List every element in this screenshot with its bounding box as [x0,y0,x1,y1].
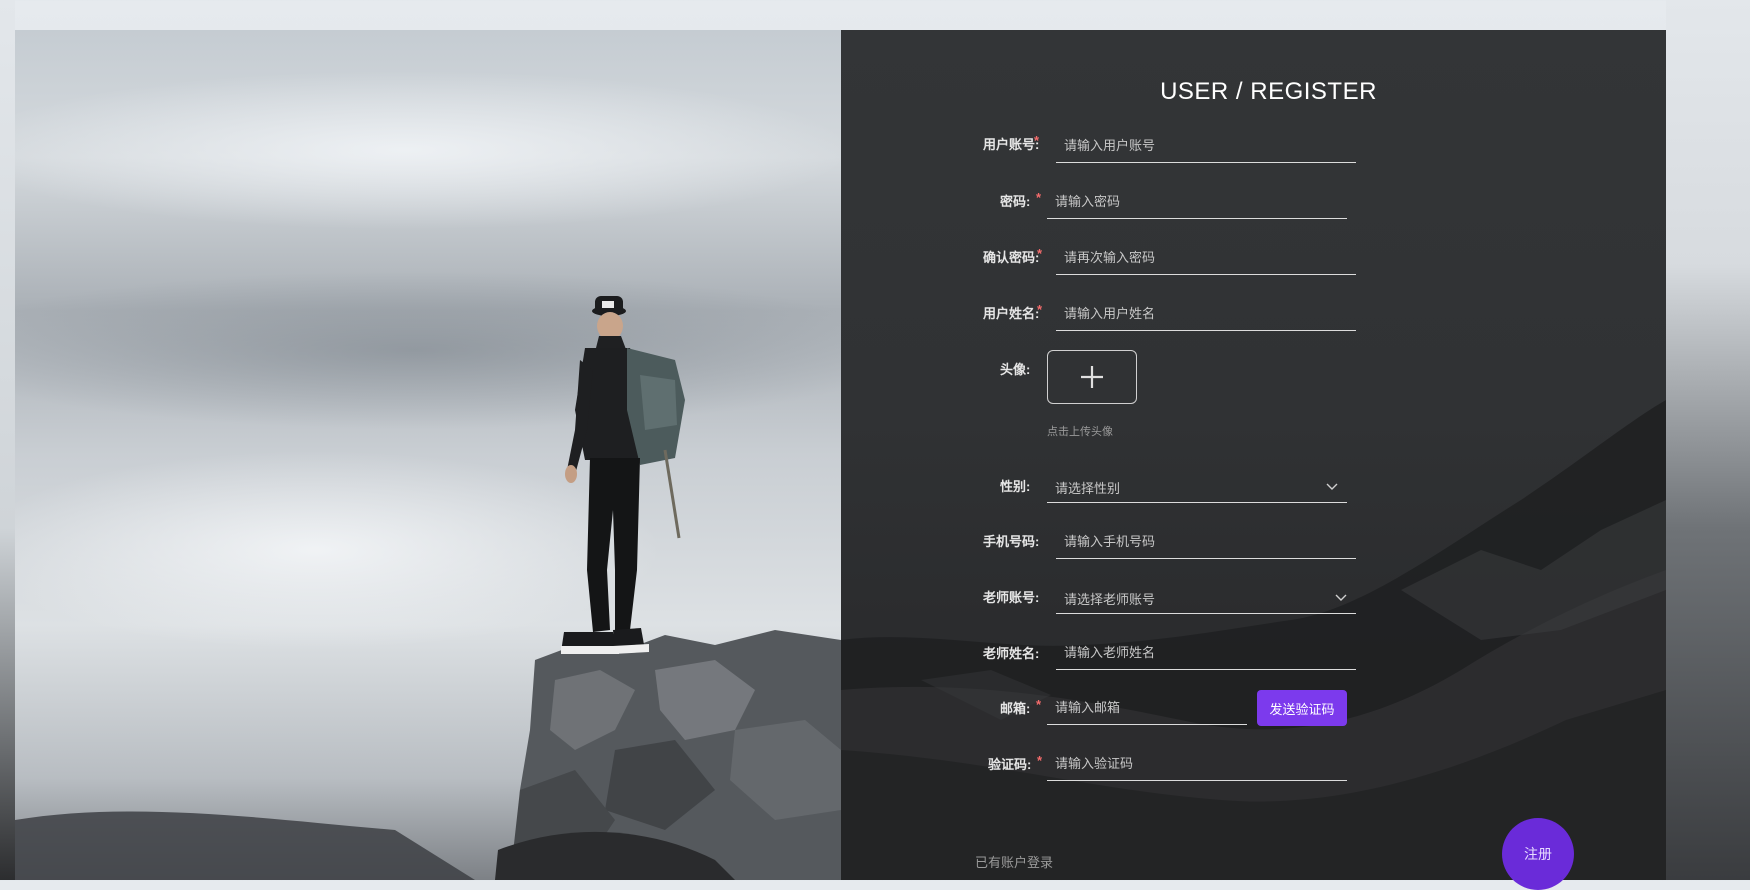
required-mark: * [1036,697,1042,712]
account-input[interactable] [1056,129,1356,162]
chevron-down-icon [1335,594,1347,601]
required-mark: * [1037,246,1043,261]
required-mark: * [1036,190,1042,205]
email-field[interactable] [1047,691,1247,725]
gender-select-value: 请选择性别 [1055,481,1121,496]
chevron-down-icon [1326,483,1338,490]
send-code-button[interactable]: 发送验证码 [1257,690,1347,726]
avatar-label: 头像: [1000,362,1031,377]
teacher-name-input[interactable] [1056,636,1356,669]
confirm-password-input[interactable] [1056,241,1356,274]
teacher-account-select-value: 请选择老师账号 [1064,592,1156,607]
form-title: USER / REGISTER [1160,78,1377,105]
teacher-account-label: 老师账号: [983,590,1040,605]
background-left [0,0,15,880]
required-mark: * [1037,753,1043,768]
hero-photo [15,30,841,880]
hiker-illustration [15,296,841,880]
phone-field[interactable] [1056,525,1356,559]
required-mark: * [1037,302,1043,317]
email-input[interactable] [1047,691,1247,724]
register-button[interactable]: 注册 [1502,818,1574,890]
password-field[interactable] [1047,185,1347,219]
login-link[interactable]: 已有账户登录 [975,852,1053,871]
teacher-name-field[interactable] [1056,636,1356,670]
account-field[interactable] [1056,129,1356,163]
phone-label: 手机号码: [983,534,1040,549]
password-label: 密码: [1000,194,1031,209]
account-label: 用户账号: [983,137,1040,152]
gender-label: 性别: [1000,479,1031,494]
code-input[interactable] [1047,747,1347,780]
plus-icon [1081,366,1103,388]
name-label: 用户姓名: [983,306,1040,321]
code-label: 验证码: [988,757,1032,772]
password-input[interactable] [1047,185,1347,218]
name-field[interactable] [1056,297,1356,331]
avatar-upload[interactable] [1047,350,1137,404]
avatar-hint: 点击上传头像 [1047,426,1113,438]
name-input[interactable] [1056,297,1356,330]
background-right [1666,0,1750,880]
confirm-password-field[interactable] [1056,241,1356,275]
teacher-account-select[interactable]: 请选择老师账号 [1056,580,1356,614]
confirm-password-label: 确认密码: [983,250,1040,265]
phone-input[interactable] [1056,525,1356,558]
register-card: USER / REGISTER [15,30,1666,880]
email-label: 邮箱: [1000,701,1031,716]
teacher-name-label: 老师姓名: [983,646,1040,661]
required-mark: * [1034,133,1040,148]
code-field[interactable] [1047,747,1347,781]
gender-select[interactable]: 请选择性别 [1047,469,1347,503]
